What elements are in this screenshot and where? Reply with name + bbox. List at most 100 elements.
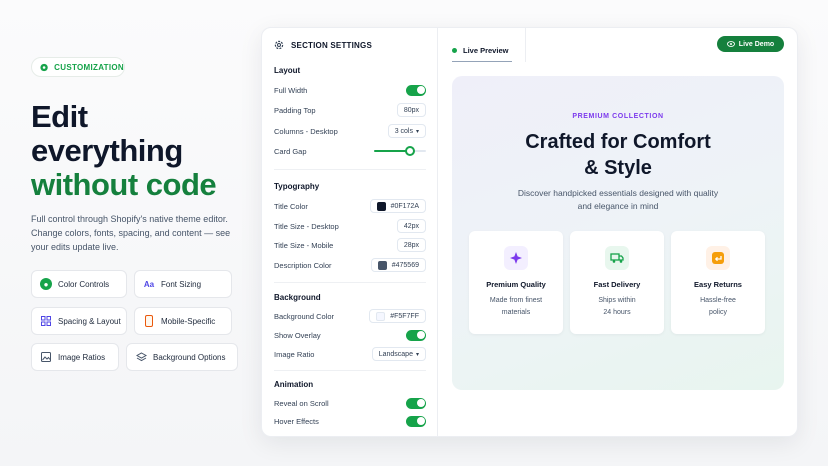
feature-card-fast-delivery: Fast Delivery Ships within 24 hours <box>570 231 664 334</box>
setting-label: Card Gap <box>274 146 307 156</box>
feature-card-easy-returns: Easy Returns Hassle-free policy <box>671 231 765 334</box>
section-heading-typography: Typography <box>274 182 320 191</box>
card-gap-slider[interactable] <box>374 144 426 158</box>
feature-label: Spacing & Layout <box>58 316 121 326</box>
preview-title: Crafted for Comfort & Style <box>452 129 784 181</box>
feature-label: Color Controls <box>58 279 110 289</box>
setting-background-color: Background Color #F5F7FF <box>274 308 426 324</box>
divider <box>274 370 426 371</box>
image-ratio-value: Landscape <box>378 350 413 358</box>
section-heading-background: Background <box>274 293 321 302</box>
setting-label: Columns - Desktop <box>274 126 338 136</box>
card-desc-line: Made from finest <box>489 297 543 304</box>
feature-card-premium-quality: Premium Quality Made from finest material… <box>469 231 563 334</box>
padding-top-input[interactable]: 80px <box>396 103 426 117</box>
setting-hover-effects: Hover Effects <box>274 413 426 429</box>
grid-icon <box>40 315 52 327</box>
preview-eyebrow: PREMIUM COLLECTION <box>572 113 664 120</box>
headline-line-3: without code <box>31 167 217 202</box>
eye-icon <box>40 63 48 71</box>
title-size-mobile-input[interactable]: 28px <box>396 238 426 252</box>
tab-label: Live Preview <box>463 45 509 55</box>
feature-label: Mobile-Specific <box>161 316 216 326</box>
color-swatch <box>376 201 386 211</box>
description-color-picker[interactable]: #475569 <box>370 258 426 272</box>
headline-line-1: Edit <box>31 99 88 134</box>
setting-title-size-desktop: Title Size - Desktop 42px <box>274 218 426 234</box>
tab-underline <box>452 61 512 62</box>
hero-headline: Edit everything without code <box>31 99 217 202</box>
setting-columns: Columns - Desktop 3 cols ▾ <box>274 123 426 139</box>
headline-line-2: everything <box>31 133 183 168</box>
feature-image-ratios[interactable]: Image Ratios <box>31 343 119 371</box>
slider-thumb[interactable] <box>405 146 416 156</box>
settings-header: SECTION SETTINGS <box>274 40 372 50</box>
setting-label: Hover Effects <box>274 416 319 426</box>
title-color-picker[interactable]: #0F172A <box>369 199 426 213</box>
feature-label: Background Options <box>153 352 226 362</box>
feature-spacing-layout[interactable]: Spacing & Layout <box>31 307 127 335</box>
feature-color-controls[interactable]: ● Color Controls <box>31 270 127 298</box>
hero-description: Full control through Shopify's native th… <box>31 214 231 252</box>
card-desc-line: materials <box>501 309 531 316</box>
color-value: #0F172A <box>390 202 419 210</box>
card-desc-line: policy <box>709 309 727 316</box>
tab-live-preview[interactable]: Live Preview <box>452 38 510 62</box>
card-desc: Ships within 24 hours <box>570 295 664 319</box>
setting-title-color: Title Color #0F172A <box>274 198 426 214</box>
full-width-toggle[interactable] <box>406 84 426 96</box>
customization-badge: CUSTOMIZATION <box>31 57 125 77</box>
setting-label: Description Color <box>274 260 332 270</box>
hover-effects-toggle[interactable] <box>406 415 426 427</box>
setting-label: Padding Top <box>274 105 316 115</box>
card-desc: Hassle-free policy <box>671 295 765 319</box>
eye-icon <box>726 41 735 47</box>
image-ratio-select[interactable]: Landscape ▾ <box>371 347 426 361</box>
color-swatch <box>377 260 387 270</box>
live-demo-button[interactable]: Live Demo <box>717 36 784 52</box>
feature-mobile-specific[interactable]: Mobile-Specific <box>134 307 232 335</box>
live-demo-label: Live Demo <box>738 40 775 48</box>
tab-separator <box>525 28 526 62</box>
preview-description: Discover handpicked essentials designed … <box>452 187 784 213</box>
reveal-on-scroll-toggle[interactable] <box>406 397 426 409</box>
preview-title-line-1: Crafted for Comfort <box>525 131 711 153</box>
setting-label: Title Color <box>274 201 308 211</box>
live-dot-icon <box>452 47 457 53</box>
setting-image-ratio: Image Ratio Landscape ▾ <box>274 346 426 362</box>
setting-label: Full Width <box>274 85 308 95</box>
preview-desc-line-2: and elegance in mind <box>577 201 659 211</box>
gear-icon <box>274 40 284 50</box>
card-title: Premium Quality <box>486 280 546 289</box>
palette-icon: ● <box>40 278 52 290</box>
title-size-desktop-input[interactable]: 42px <box>396 219 426 233</box>
card-desc-line: Hassle-free <box>700 297 736 304</box>
setting-padding-top: Padding Top 80px <box>274 102 426 118</box>
feature-background-options[interactable]: Background Options <box>126 343 238 371</box>
setting-reveal-on-scroll: Reveal on Scroll <box>274 395 426 411</box>
background-color-picker[interactable]: #F5F7FF <box>369 309 426 323</box>
columns-value: 3 cols <box>394 127 413 135</box>
show-overlay-toggle[interactable] <box>406 329 426 341</box>
preview-desc-line-1: Discover handpicked essentials designed … <box>517 188 719 198</box>
settings-title: SECTION SETTINGS <box>291 40 372 50</box>
color-value: #475569 <box>391 261 419 269</box>
setting-card-gap: Card Gap <box>274 143 426 159</box>
section-heading-animation: Animation <box>274 380 314 389</box>
font-icon: Aa <box>143 279 155 289</box>
setting-show-overlay: Show Overlay <box>274 327 426 343</box>
chevron-down-icon: ▾ <box>415 128 419 135</box>
setting-label: Image Ratio <box>274 349 315 359</box>
setting-label: Background Color <box>274 311 335 321</box>
setting-label: Reveal on Scroll <box>274 398 329 408</box>
mobile-icon <box>143 315 155 327</box>
feature-label: Font Sizing <box>161 279 202 289</box>
chevron-down-icon: ▾ <box>415 351 419 358</box>
color-swatch <box>376 311 386 321</box>
columns-select[interactable]: 3 cols ▾ <box>387 124 426 138</box>
setting-label: Title Size - Desktop <box>274 221 339 231</box>
setting-label: Title Size - Mobile <box>274 240 334 250</box>
image-icon <box>40 351 52 363</box>
feature-font-sizing[interactable]: Aa Font Sizing <box>134 270 232 298</box>
badge-label: CUSTOMIZATION <box>54 62 124 72</box>
